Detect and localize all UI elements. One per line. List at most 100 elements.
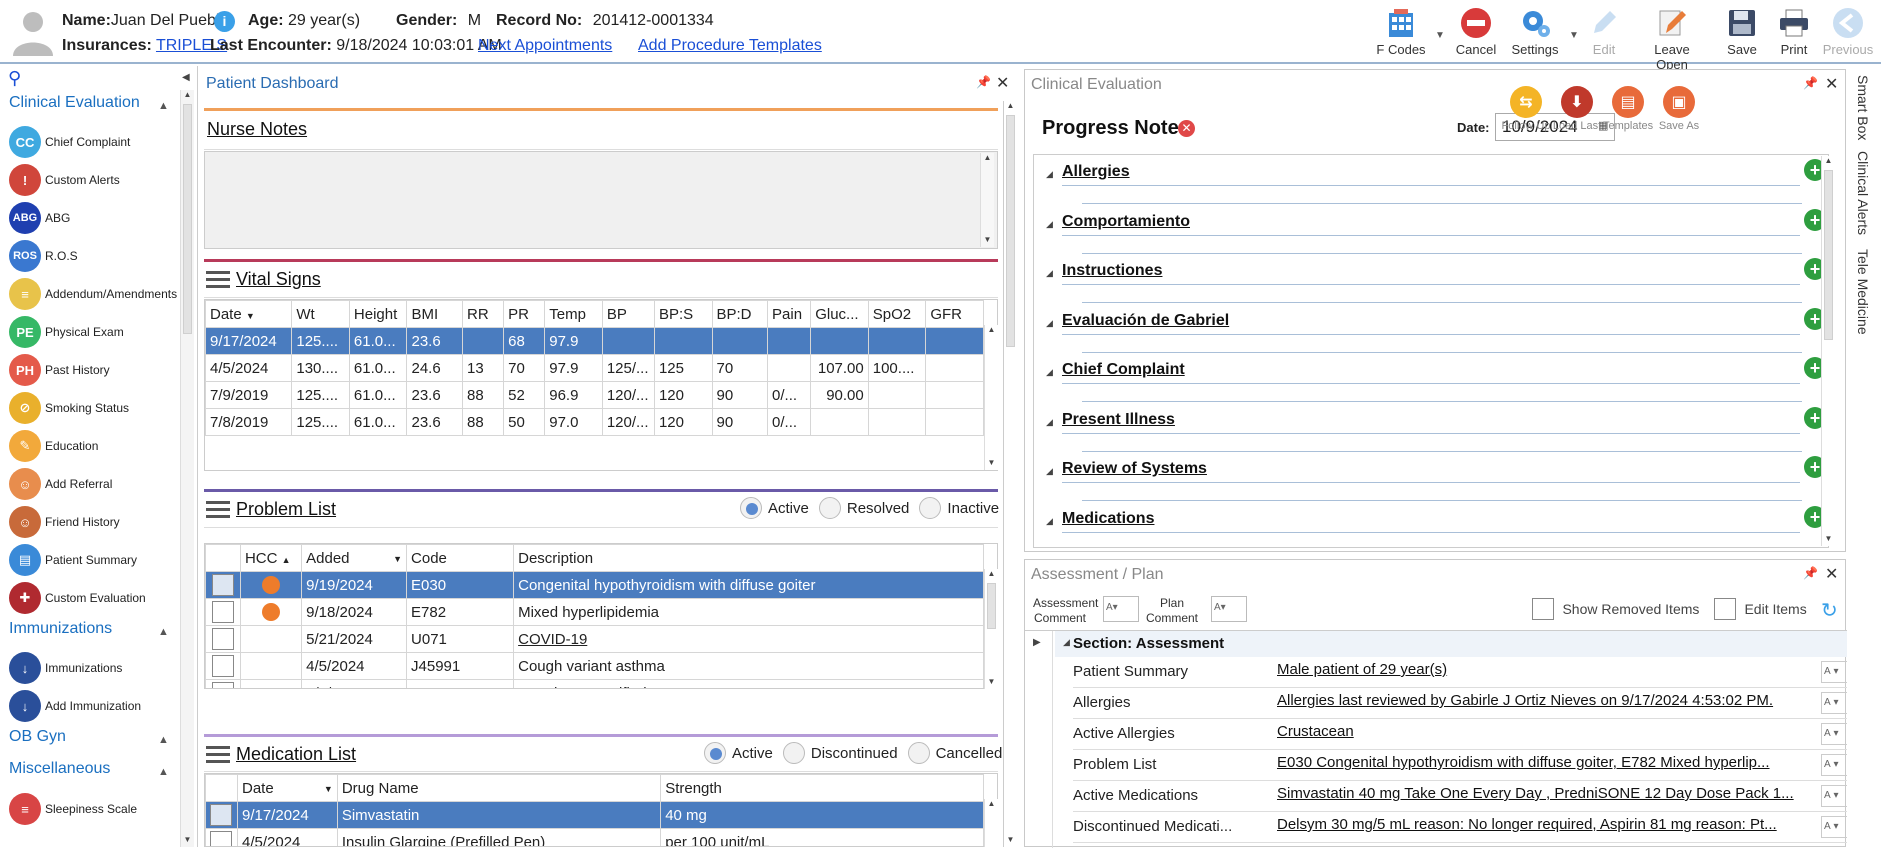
section-immunizations[interactable]: Immunizations — [9, 620, 112, 638]
table-row[interactable]: 5/21/2024 U071 COVID-19 — [205, 625, 984, 653]
row-value[interactable]: E030 Congenital hypothyroidism with diff… — [1277, 754, 1807, 771]
table-row[interactable]: 4/5/2024 Insulin Glargine (Prefilled Pen)… — [205, 828, 984, 846]
note-section-comportamiento[interactable]: ◢ Comportamiento + — [1042, 208, 1828, 257]
column-header[interactable]: BMI — [406, 300, 463, 328]
edit-items-checkbox[interactable] — [1714, 598, 1736, 620]
format-dropdown-button[interactable]: A ▾ — [1821, 754, 1847, 776]
problems-scrollbar[interactable]: ▲ ▼ — [984, 569, 998, 689]
table-row[interactable]: 4/5/2024 130.... 61.0... 24.6 13 70 97.9 125/..… — [205, 354, 984, 382]
column-header[interactable]: Strength — [660, 774, 984, 802]
section-miscellaneous[interactable]: Miscellaneous — [9, 760, 110, 778]
select-cell[interactable] — [205, 801, 238, 829]
row-value[interactable]: Male patient of 29 year(s) — [1277, 661, 1807, 678]
sidebar-item-custom-evaluation[interactable]: ✚ Custom Evaluation — [9, 581, 146, 615]
filter-active[interactable]: Active — [740, 497, 809, 519]
collapse-triangle-icon[interactable]: ◢ — [1046, 318, 1053, 329]
print-button[interactable]: Print — [1764, 4, 1824, 60]
sidebar-item-physical-exam[interactable]: PE Physical Exam — [9, 315, 124, 349]
table-row[interactable]: 9/19/2024 E030 Congenital hypothyroidism w… — [205, 571, 984, 599]
format-dropdown-button[interactable]: A ▾ — [1821, 816, 1847, 838]
nurse-notes-scrollbar[interactable]: ▲ ▼ — [980, 153, 994, 247]
sort-dropdown-icon[interactable]: ▼ — [324, 784, 333, 794]
assessment-row[interactable]: Allergies Allergies last reviewed by Gabi… — [1073, 688, 1847, 719]
scroll-down-icon[interactable]: ▼ — [1822, 534, 1835, 546]
collapse-sidebar-icon[interactable]: ◀ — [182, 72, 190, 83]
collapse-triangle-icon[interactable]: ◢ — [1046, 169, 1053, 180]
filter-cancelled[interactable]: Cancelled — [907, 742, 1002, 764]
collapse-triangle-icon[interactable]: ◢ — [1046, 219, 1053, 230]
collapse-triangle-icon[interactable]: ◢ — [1046, 466, 1053, 477]
sidebar-item-friend-history[interactable]: ☺ Friend History — [9, 505, 120, 539]
table-row[interactable]: 9/17/2024 125.... 61.0... 23.6 68 97.9 — [205, 327, 984, 355]
column-header[interactable]: Drug Name — [336, 774, 662, 802]
sort-asc-icon[interactable]: ▲ — [282, 555, 291, 565]
column-header[interactable]: BP — [601, 300, 655, 328]
fcodes-dropdown-icon[interactable]: ▼ — [1435, 30, 1445, 41]
edit-items-toggle[interactable]: Edit Items — [1714, 598, 1807, 620]
filter-discontinued[interactable]: Discontinued — [782, 742, 898, 764]
dashboard-scrollbar[interactable]: ▲ ▼ — [1003, 101, 1017, 847]
action-load-last-button[interactable]: ⬇ Load Last — [1552, 86, 1602, 132]
edit-button[interactable]: Edit — [1574, 4, 1634, 60]
vitals-scrollbar[interactable]: ▲ ▼ — [984, 325, 998, 470]
column-header[interactable]: Date ▼ — [236, 774, 338, 802]
sidebar-item-abg[interactable]: ABG ABG — [9, 201, 70, 235]
radio-button[interactable] — [907, 742, 930, 764]
next-appointments-link[interactable]: Next Appointments — [478, 37, 612, 55]
column-header[interactable]: Height — [348, 300, 408, 328]
section-label[interactable]: Present Illness — [1062, 411, 1175, 429]
fcodes-button[interactable]: F Codes — [1371, 4, 1431, 60]
scroll-thumb[interactable] — [183, 104, 192, 334]
collapse-triangle-icon[interactable]: ◢ — [1046, 516, 1053, 527]
sort-dropdown-icon[interactable]: ▼ — [393, 554, 402, 564]
menu-icon[interactable] — [206, 271, 230, 289]
note-section-chief-complaint[interactable]: ◢ Chief Complaint + — [1042, 357, 1828, 405]
meds-scrollbar[interactable]: ▲ — [984, 799, 998, 847]
scroll-up-icon[interactable]: ▲ — [981, 153, 994, 165]
row-value[interactable]: Allergies last reviewed by Gabirle J Ort… — [1277, 692, 1807, 709]
menu-icon[interactable] — [206, 746, 230, 764]
scroll-up-icon[interactable]: ▲ — [1822, 156, 1835, 168]
column-header[interactable]: Gluc... — [810, 300, 869, 328]
tab-smart-box[interactable]: Smart Box — [1855, 75, 1871, 140]
column-header[interactable]: Date ▼ — [205, 300, 293, 328]
row-checkbox[interactable] — [211, 628, 234, 650]
collapse-triangle-icon[interactable]: ◢ — [1046, 268, 1053, 279]
section-ob-gyn[interactable]: OB Gyn — [9, 728, 66, 746]
description-text[interactable]: Cough, unspecified — [518, 685, 646, 689]
table-row[interactable]: 9/18/2024 E782 Mixed hyperlipidemia — [205, 598, 984, 626]
sidebar-item-chief-complaint[interactable]: CC Chief Complaint — [9, 125, 130, 159]
format-dropdown-button[interactable]: A ▾ — [1821, 692, 1847, 714]
select-cell[interactable] — [205, 598, 241, 626]
scroll-down-icon[interactable]: ▼ — [1004, 835, 1017, 847]
scroll-down-icon[interactable]: ▼ — [181, 835, 194, 847]
note-section-evaluaci-n-de-gabriel[interactable]: ◢ Evaluación de Gabriel + — [1042, 307, 1828, 356]
sidebar-item-custom-alerts[interactable]: ! Custom Alerts — [9, 163, 120, 197]
sidebar-item-add-immunization[interactable]: ↓ Add Immunization — [9, 689, 141, 723]
column-header[interactable]: BP:S — [653, 300, 713, 328]
section-clinical-evaluation[interactable]: Clinical Evaluation — [9, 94, 140, 112]
row-checkbox[interactable] — [210, 804, 233, 826]
description-cell[interactable]: Cough, unspecified — [513, 679, 984, 689]
scroll-down-icon[interactable]: ▼ — [981, 235, 994, 247]
description-text[interactable]: COVID-19 — [518, 631, 587, 648]
select-cell[interactable] — [205, 828, 238, 846]
chevron-up-icon[interactable]: ▲ — [158, 100, 169, 112]
sidebar-item-past-history[interactable]: PH Past History — [9, 353, 110, 387]
pin-icon[interactable]: 📌 — [976, 75, 991, 89]
description-cell[interactable]: COVID-19 — [513, 625, 984, 653]
radio-button[interactable] — [782, 742, 805, 764]
search-icon[interactable]: ⚲ — [8, 68, 21, 89]
assessment-row[interactable]: Active Allergies Crustacean A ▾ — [1073, 719, 1847, 750]
scroll-up-icon[interactable]: ▲ — [181, 90, 194, 102]
close-icon[interactable]: ✕ — [996, 73, 1009, 93]
sidebar-item-patient-summary[interactable]: ▤ Patient Summary — [9, 543, 137, 577]
action-save-as-button[interactable]: ▣ Save As — [1654, 86, 1704, 132]
sort-dropdown-icon[interactable]: ▼ — [246, 311, 255, 321]
show-removed-checkbox[interactable] — [1532, 598, 1554, 620]
sidebar-item-education[interactable]: ✎ Education — [9, 429, 98, 463]
info-icon[interactable]: i — [214, 11, 235, 32]
chevron-up-icon[interactable]: ▲ — [158, 626, 169, 638]
remove-note-icon[interactable]: ✕ — [1178, 120, 1195, 137]
refresh-icon[interactable]: ↻ — [1821, 598, 1838, 623]
